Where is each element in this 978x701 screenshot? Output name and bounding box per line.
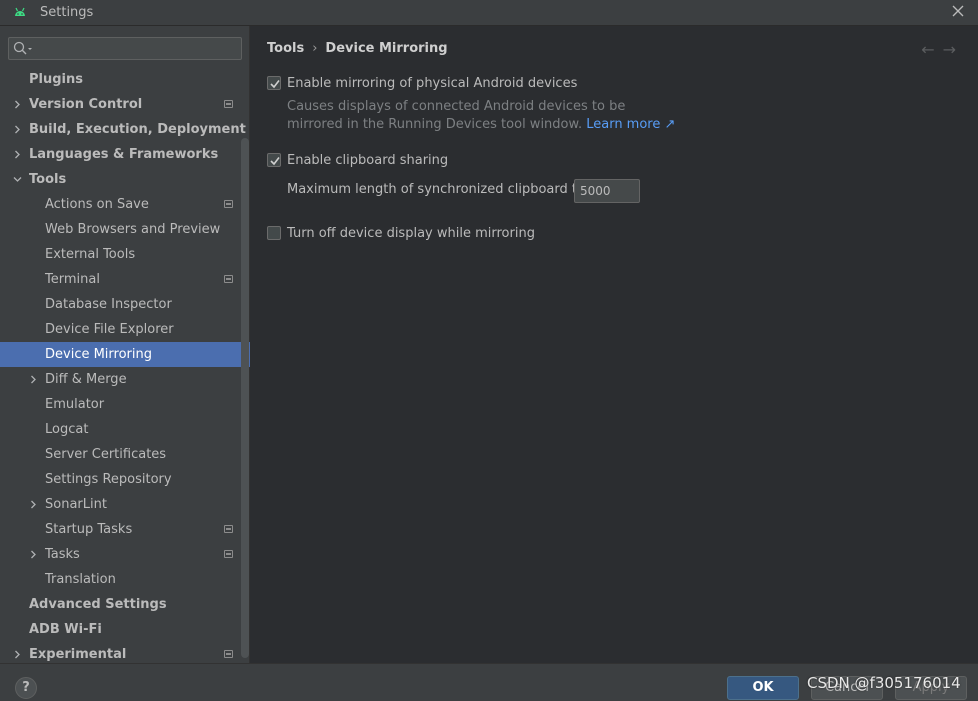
sidebar-item-tasks[interactable]: Tasks	[0, 542, 250, 567]
nav-arrows: ←→	[921, 40, 964, 59]
sidebar-scrollbar[interactable]	[241, 138, 249, 658]
help-icon[interactable]: ?	[15, 677, 37, 699]
chevron-right-icon[interactable]	[13, 150, 22, 159]
sidebar-item-external-tools[interactable]: External Tools	[0, 242, 250, 267]
mirroring-description: Causes displays of connected Android dev…	[287, 98, 677, 134]
sidebar-item-label: Actions on Save	[45, 197, 149, 212]
breadcrumb-parent[interactable]: Tools	[267, 41, 304, 56]
sidebar-item-settings-repository[interactable]: Settings Repository	[0, 467, 250, 492]
clipboard-length-input[interactable]	[574, 179, 640, 203]
sidebar-item-label: Experimental	[29, 647, 127, 662]
chevron-right-icon[interactable]	[13, 650, 22, 659]
sidebar-item-label: Advanced Settings	[29, 597, 167, 612]
sidebar-item-logcat[interactable]: Logcat	[0, 417, 250, 442]
turn-off-display-checkbox[interactable]	[267, 226, 281, 240]
turn-off-display-label: Turn off device display while mirroring	[287, 226, 535, 241]
sidebar-item-label: Logcat	[45, 422, 89, 437]
sidebar-item-label: ADB Wi-Fi	[29, 622, 102, 637]
sidebar-item-label: Device File Explorer	[45, 322, 174, 337]
forward-arrow-icon[interactable]: →	[943, 40, 964, 59]
sidebar-item-label: Tools	[29, 172, 67, 187]
sidebar-item-sonarlint[interactable]: SonarLint	[0, 492, 250, 517]
mirroring-description-text: Causes displays of connected Android dev…	[287, 99, 626, 132]
sidebar-item-label: SonarLint	[45, 497, 107, 512]
sidebar-item-diff-merge[interactable]: Diff & Merge	[0, 367, 250, 392]
project-level-icon	[224, 650, 233, 658]
sidebar-item-build-execution-deployment[interactable]: Build, Execution, Deployment	[0, 117, 250, 142]
chevron-right-icon[interactable]	[13, 125, 22, 134]
sidebar-item-plugins[interactable]: Plugins	[0, 67, 250, 92]
dialog-footer: ? OK Cancel Apply CSDN @f305176014	[0, 663, 978, 701]
sidebar-item-startup-tasks[interactable]: Startup Tasks	[0, 517, 250, 542]
chevron-down-icon[interactable]	[13, 175, 22, 184]
chevron-right-icon[interactable]	[29, 500, 38, 509]
sidebar-item-languages-frameworks[interactable]: Languages & Frameworks	[0, 142, 250, 167]
learn-more-link[interactable]: Learn more ↗	[586, 117, 675, 132]
sidebar-item-label: Startup Tasks	[45, 522, 133, 537]
sidebar-item-actions-on-save[interactable]: Actions on Save	[0, 192, 250, 217]
sidebar-item-tools[interactable]: Tools	[0, 167, 250, 192]
project-level-icon	[224, 200, 233, 208]
sidebar-item-label: Web Browsers and Preview	[45, 222, 221, 237]
clipboard-length-label: Maximum length of synchronized clipboard…	[287, 182, 602, 197]
project-level-icon	[224, 550, 233, 558]
sidebar-item-version-control[interactable]: Version Control	[0, 92, 250, 117]
search-input[interactable]	[8, 37, 242, 60]
enable-mirroring-label: Enable mirroring of physical Android dev…	[287, 76, 578, 91]
checkmark-icon	[270, 157, 280, 166]
back-arrow-icon[interactable]: ←	[921, 40, 942, 59]
settings-tree: Plugins Version Control Build, Execution, …	[0, 67, 250, 667]
checkmark-icon	[270, 80, 280, 89]
breadcrumb-separator: ›	[312, 41, 318, 56]
sidebar-item-label: Settings Repository	[45, 472, 172, 487]
sidebar-item-label: Plugins	[29, 72, 83, 87]
breadcrumb-current: Device Mirroring	[325, 41, 448, 56]
chevron-right-icon[interactable]	[29, 550, 38, 559]
sidebar-item-database-inspector[interactable]: Database Inspector	[0, 292, 250, 317]
sidebar-item-label: Database Inspector	[45, 297, 172, 312]
sidebar-item-advanced-settings[interactable]: Advanced Settings	[0, 592, 250, 617]
chevron-right-icon[interactable]	[29, 375, 38, 384]
sidebar-item-label: Diff & Merge	[45, 372, 127, 387]
sidebar-item-device-mirroring[interactable]: Device Mirroring	[0, 342, 250, 367]
sidebar-item-adb-wi-fi[interactable]: ADB Wi-Fi	[0, 617, 250, 642]
search-icon	[13, 41, 32, 55]
sidebar-item-label: Build, Execution, Deployment	[29, 122, 246, 137]
sidebar-item-translation[interactable]: Translation	[0, 567, 250, 592]
settings-content: Tools › Device Mirroring ←→ Enable mirrori…	[250, 26, 978, 663]
sidebar-item-label: External Tools	[45, 247, 136, 262]
window-title: Settings	[40, 5, 94, 20]
project-level-icon	[224, 100, 233, 108]
chevron-right-icon[interactable]	[13, 100, 22, 109]
enable-mirroring-checkbox[interactable]	[267, 76, 281, 90]
watermark: CSDN @f305176014	[807, 674, 961, 692]
title-bar: Settings	[0, 0, 978, 26]
sidebar-item-terminal[interactable]: Terminal	[0, 267, 250, 292]
sidebar-item-server-certificates[interactable]: Server Certificates	[0, 442, 250, 467]
sidebar-item-emulator[interactable]: Emulator	[0, 392, 250, 417]
sidebar-item-web-browsers-and-preview[interactable]: Web Browsers and Preview	[0, 217, 250, 242]
sidebar-item-label: Version Control	[29, 97, 143, 112]
sidebar-item-label: Terminal	[45, 272, 100, 287]
sidebar-item-device-file-explorer[interactable]: Device File Explorer	[0, 317, 250, 342]
sidebar-item-label: Server Certificates	[45, 447, 167, 462]
project-level-icon	[224, 275, 233, 283]
ok-button[interactable]: OK	[727, 676, 799, 700]
sidebar-item-label: Translation	[45, 572, 116, 587]
android-icon	[15, 7, 25, 16]
project-level-icon	[224, 525, 233, 533]
sidebar-item-label: Tasks	[45, 547, 80, 562]
close-icon[interactable]	[950, 3, 966, 19]
settings-sidebar: Plugins Version Control Build, Execution, …	[0, 26, 250, 663]
breadcrumb: Tools › Device Mirroring	[267, 41, 448, 56]
clipboard-sharing-label: Enable clipboard sharing	[287, 153, 449, 168]
sidebar-item-label: Languages & Frameworks	[29, 147, 219, 162]
clipboard-sharing-checkbox[interactable]	[267, 153, 281, 167]
sidebar-item-label: Emulator	[45, 397, 105, 412]
sidebar-item-label: Device Mirroring	[45, 347, 152, 362]
